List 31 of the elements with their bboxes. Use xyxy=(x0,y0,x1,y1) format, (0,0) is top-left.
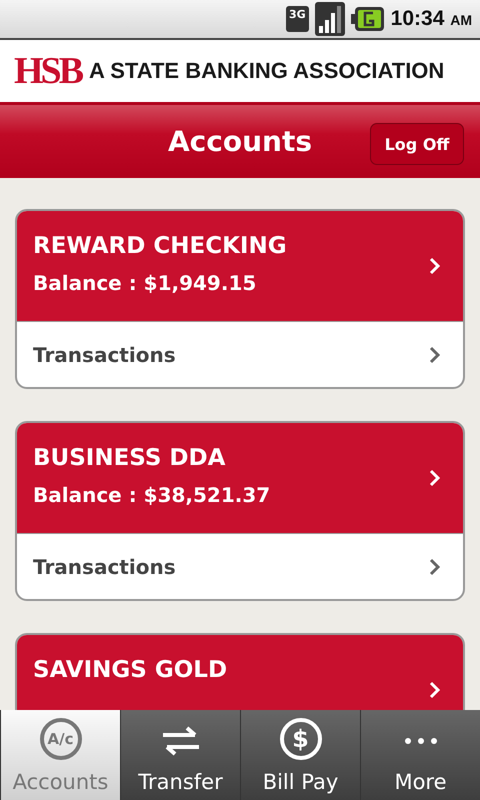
account-balance: Balance : $38,521.37 xyxy=(33,483,270,507)
transactions-link[interactable]: Transactions xyxy=(17,321,463,387)
bank-name: A STATE BANKING ASSOCIATION xyxy=(89,58,444,84)
account-card[interactable]: SAVINGS GOLD xyxy=(15,633,465,710)
account-name: REWARD CHECKING xyxy=(33,233,287,259)
more-icon xyxy=(404,737,438,745)
account-card[interactable]: BUSINESS DDA Balance : $38,521.37 Transactions xyxy=(15,421,465,601)
circle-icon: A/c xyxy=(40,718,82,760)
bank-logo: HSB xyxy=(14,49,82,93)
network-icon: 3G xyxy=(286,6,309,32)
account-name: BUSINESS DDA xyxy=(33,445,226,471)
tab[interactable]: Transfer xyxy=(120,710,240,800)
tab[interactable]: $ Bill Pay xyxy=(240,710,360,800)
tab[interactable]: More xyxy=(360,710,480,800)
transfer-icon xyxy=(160,726,200,756)
chevron-icon xyxy=(429,257,441,275)
account-name: SAVINGS GOLD xyxy=(33,657,228,683)
log-off-button[interactable]: Log Off xyxy=(370,123,464,165)
account-balance: Balance : $1,949.15 xyxy=(33,271,258,295)
account-card[interactable]: REWARD CHECKING Balance : $1,949.15 Transactions xyxy=(15,209,465,389)
transactions-link[interactable]: Transactions xyxy=(17,533,463,599)
chevron-icon xyxy=(429,558,441,576)
dollar-icon: $ xyxy=(280,718,322,760)
signal-icon xyxy=(314,2,345,36)
chevron-icon xyxy=(429,469,441,487)
screen-title: Accounts xyxy=(168,125,312,158)
clock: 10:34 AM xyxy=(390,7,472,31)
chevron-icon xyxy=(429,346,441,364)
chevron-icon xyxy=(429,681,441,699)
battery-icon xyxy=(350,6,385,32)
tab[interactable]: A/c Accounts xyxy=(0,710,120,800)
